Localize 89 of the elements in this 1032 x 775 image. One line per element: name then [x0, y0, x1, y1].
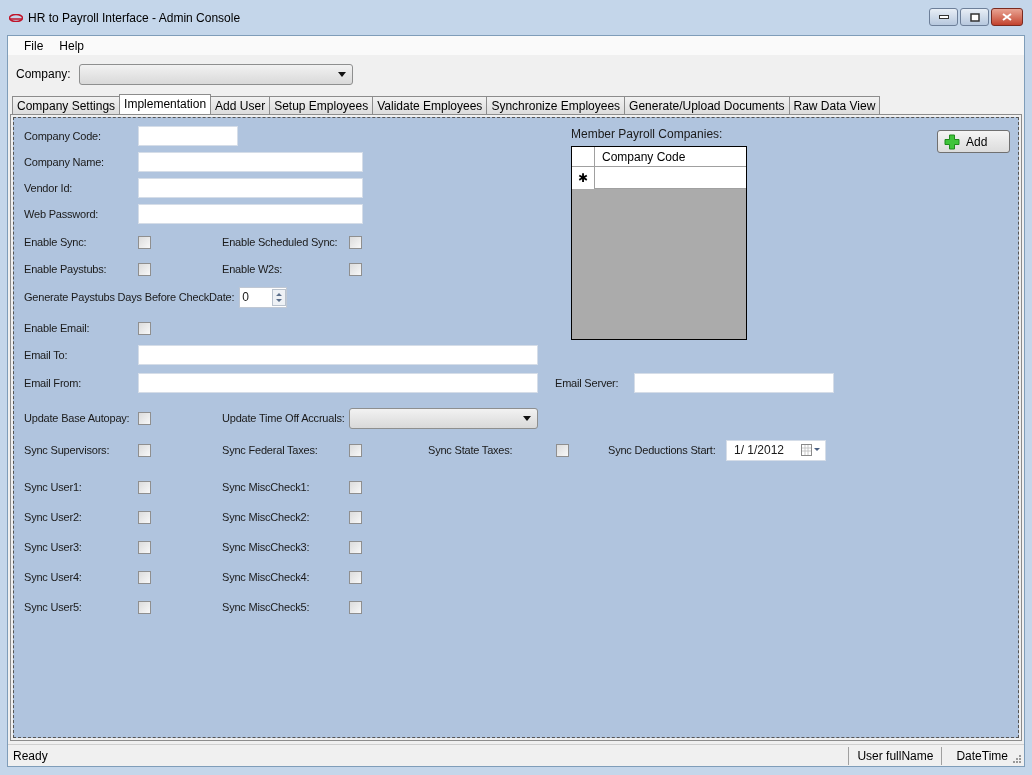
field-label: Email From: — [24, 375, 83, 391]
status-message: Ready — [12, 747, 49, 765]
text-field[interactable] — [138, 152, 363, 172]
field-label: Enable Email: — [24, 320, 91, 336]
checkbox[interactable] — [349, 570, 362, 584]
field-label: Enable Scheduled Sync: — [222, 234, 339, 250]
field-label: Sync User4: — [24, 569, 83, 585]
tab[interactable]: Add User — [210, 96, 271, 114]
field-label: Vendor Id: — [24, 180, 74, 196]
dropdown[interactable] — [349, 407, 538, 429]
field-label: Update Time Off Accruals: — [222, 410, 346, 426]
field-label: Email To: — [24, 347, 69, 363]
field-label: Sync Deductions Start: — [608, 442, 717, 458]
status-user: User fullName — [848, 746, 942, 765]
date-picker[interactable]: 1/ 1/2012 — [726, 439, 826, 461]
menu-item[interactable]: Help — [52, 36, 92, 55]
field-label: Sync MiscCheck3: — [222, 539, 311, 555]
tab[interactable]: Company Settings — [12, 96, 121, 114]
menu-item[interactable]: File — [17, 36, 51, 55]
field-label: Company Code: — [24, 128, 102, 144]
minimize-icon — [938, 15, 949, 19]
checkbox[interactable] — [138, 262, 151, 276]
checkbox[interactable] — [138, 411, 151, 425]
checkbox[interactable] — [138, 443, 151, 457]
add-button[interactable]: Add — [937, 130, 1010, 153]
checkbox[interactable] — [138, 510, 151, 524]
company-dropdown[interactable] — [78, 63, 353, 85]
tab[interactable]: Setup Employees — [269, 96, 374, 114]
caret-icon — [523, 415, 531, 421]
field-label: Sync MiscCheck4: — [222, 569, 311, 585]
checkbox[interactable] — [138, 480, 151, 494]
field-label: Sync MiscCheck2: — [222, 509, 311, 525]
tab[interactable]: Raw Data View — [788, 96, 881, 114]
company-label: Company: — [16, 66, 71, 83]
status-datetime: DateTime — [941, 746, 1012, 765]
resize-grip-icon — [1012, 754, 1022, 764]
field-label: Sync User1: — [24, 479, 83, 495]
maximize-button[interactable] — [960, 8, 989, 26]
checkbox[interactable] — [556, 443, 569, 457]
text-field[interactable] — [138, 126, 238, 146]
field-label: Sync MiscCheck5: — [222, 599, 311, 615]
checkbox[interactable] — [349, 480, 362, 494]
field-label: Sync User3: — [24, 539, 83, 555]
number-spinner[interactable]: 0 — [239, 286, 288, 308]
field-label: Update Base Autopay: — [24, 410, 131, 426]
field-label: Sync State Taxes: — [428, 442, 514, 458]
text-field[interactable] — [138, 345, 538, 365]
field-label: Sync Federal Taxes: — [222, 442, 319, 458]
close-button[interactable] — [991, 8, 1023, 26]
minimize-button[interactable] — [929, 8, 958, 26]
checkbox[interactable] — [138, 235, 151, 249]
tab[interactable]: Validate Employees — [372, 96, 488, 114]
checkbox[interactable] — [349, 540, 362, 554]
field-label: Sync User5: — [24, 599, 83, 615]
text-field[interactable] — [634, 373, 835, 393]
checkbox[interactable] — [349, 510, 362, 524]
tab[interactable]: Synchronize Employees — [486, 96, 626, 114]
restore-icon — [969, 12, 980, 22]
field-label: Enable Sync: — [24, 234, 88, 250]
plus-icon — [944, 133, 960, 150]
field-label: Sync User2: — [24, 509, 83, 525]
checkbox[interactable] — [349, 443, 362, 457]
text-field[interactable] — [138, 178, 363, 198]
checkbox[interactable] — [138, 540, 151, 554]
checkbox[interactable] — [138, 600, 151, 614]
text-field[interactable] — [138, 373, 538, 393]
checkbox[interactable] — [138, 570, 151, 584]
field-label: Web Password: — [24, 206, 100, 222]
calendar-icon — [801, 444, 821, 456]
window-title: HR to Payroll Interface - Admin Console — [28, 9, 241, 27]
grid-label: Member Payroll Companies: — [571, 126, 724, 143]
checkbox[interactable] — [349, 235, 362, 249]
checkbox[interactable] — [349, 262, 362, 276]
text-field[interactable] — [138, 204, 363, 224]
field-label: Generate Paystubs Days Before CheckDate: — [24, 289, 235, 305]
caret-icon — [337, 71, 346, 77]
field-label: Company Name: — [24, 154, 105, 170]
tab[interactable]: Implementation — [119, 94, 212, 114]
checkbox[interactable] — [138, 321, 151, 335]
field-label: Sync Supervisors: — [24, 442, 111, 458]
checkbox[interactable] — [349, 600, 362, 614]
field-label: Enable Paystubs: — [24, 261, 108, 277]
field-label: Sync MiscCheck1: — [222, 479, 311, 495]
field-label: Email Server: — [555, 375, 619, 391]
field-label: Enable W2s: — [222, 261, 284, 277]
app-logo-icon — [9, 13, 23, 22]
spin-arrows-icon — [272, 288, 287, 306]
close-icon — [1002, 13, 1012, 21]
tab[interactable]: Generate/Upload Documents — [624, 96, 790, 114]
